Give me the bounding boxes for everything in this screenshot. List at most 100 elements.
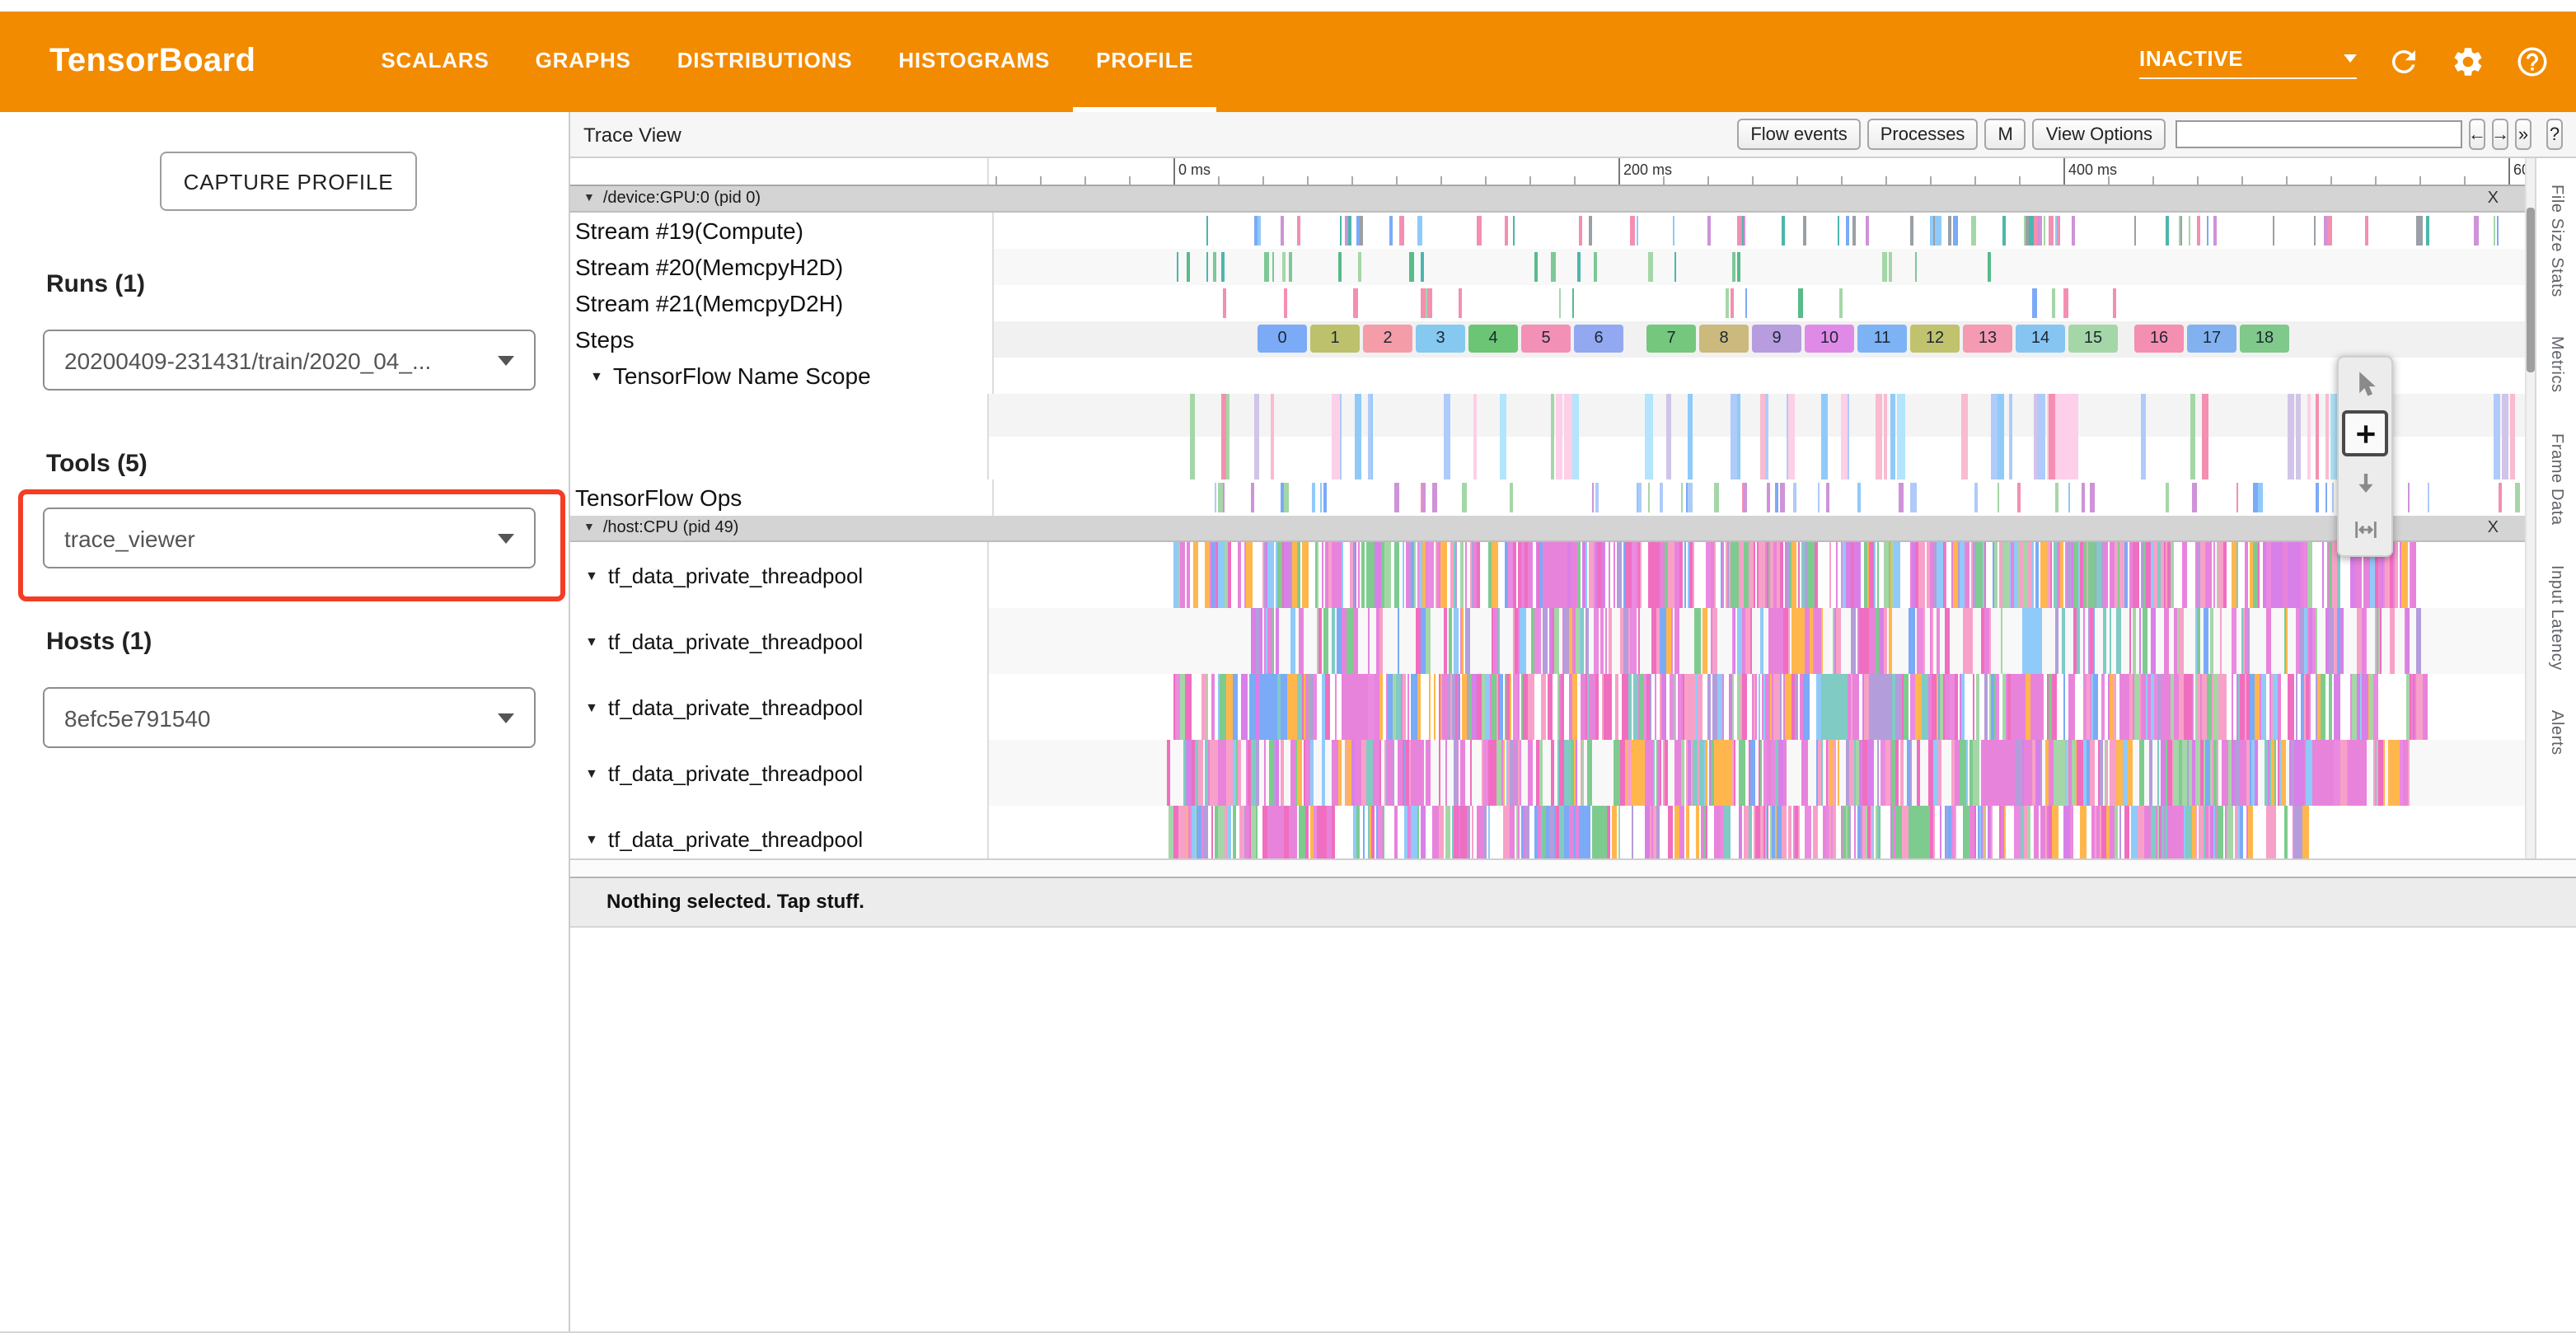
top-navbar: TensorBoard SCALARS GRAPHS DISTRIBUTIONS… <box>0 12 2576 112</box>
row-label-name-scope[interactable]: ▼ TensorFlow Name Scope <box>570 358 994 394</box>
row-label-steps[interactable]: Steps <box>570 321 994 358</box>
timeline-ruler[interactable]: 0 ms200 ms400 ms600 <box>989 158 2525 185</box>
threadpool-text: tf_data_private_threadpool <box>608 629 863 653</box>
threadpool-events[interactable] <box>989 542 2525 608</box>
trace-row-steps: Steps 0123456789101112131415161718 <box>570 321 2525 358</box>
panel-divider[interactable] <box>570 858 2576 877</box>
hosts-value: 8efc5e791540 <box>64 704 498 731</box>
pan-tool-button[interactable] <box>2345 463 2385 503</box>
row-label-threadpool[interactable]: ▼ tf_data_private_threadpool <box>570 674 989 740</box>
runs-value: 20200409-231431/train/2020_04_... <box>64 347 498 373</box>
status-label: INACTIVE <box>2139 45 2243 70</box>
cpu-section-title: /host:CPU (pid 49) <box>603 519 739 537</box>
details-body <box>570 928 2576 1331</box>
tab-metrics[interactable]: Metrics <box>2547 337 2565 394</box>
row-label-stream20[interactable]: Stream #20(MemcpyH2D) <box>570 249 994 285</box>
tf-ops-events[interactable] <box>994 479 2525 516</box>
collapse-triangle-icon: ▼ <box>583 193 595 204</box>
select-tool-button[interactable] <box>2345 364 2385 404</box>
tools-dropdown[interactable]: trace_viewer <box>43 507 536 568</box>
runs-dropdown[interactable]: 20200409-231431/train/2020_04_... <box>43 330 536 391</box>
trace-tool-palette <box>2337 356 2393 557</box>
cpu-section-header[interactable]: ▼ /host:CPU (pid 49) X <box>570 516 2525 542</box>
trace-row-name-scope: ▼ TensorFlow Name Scope <box>570 358 2525 394</box>
refresh-icon[interactable] <box>2385 44 2421 80</box>
collapse-triangle-icon: ▼ <box>585 831 598 846</box>
next-button[interactable]: → <box>2492 119 2508 150</box>
cpu-row-4: ▼ tf_data_private_threadpool <box>570 740 2525 806</box>
tab-input-latency[interactable]: Input Latency <box>2547 564 2565 670</box>
gpu-section-close-button[interactable]: X <box>2488 189 2499 208</box>
timeline-ruler-row: 0 ms200 ms400 ms600 <box>570 158 2525 186</box>
ruler-spacer <box>570 158 989 185</box>
collapse-triangle-icon: ▼ <box>585 699 598 714</box>
collapse-triangle-icon: ▼ <box>590 368 603 383</box>
scrollbar-thumb[interactable] <box>2527 208 2535 372</box>
tab-frame-data[interactable]: Frame Data <box>2547 433 2565 526</box>
stream21-events[interactable] <box>994 285 2525 321</box>
tab-file-size-stats[interactable]: File Size Stats <box>2547 185 2565 297</box>
runs-label: Runs (1) <box>46 270 145 298</box>
row-label-tf-ops[interactable]: TensorFlow Ops <box>570 479 994 516</box>
row-label-stream19[interactable]: Stream #19(Compute) <box>570 213 994 249</box>
trace-row-stream19: Stream #19(Compute) <box>570 213 2525 249</box>
jump-button[interactable]: » <box>2515 119 2532 150</box>
row-label-threadpool[interactable]: ▼ tf_data_private_threadpool <box>570 806 989 858</box>
row-label-threadpool[interactable]: ▼ tf_data_private_threadpool <box>570 608 989 674</box>
capture-profile-button[interactable]: CAPTURE PROFILE <box>160 152 417 211</box>
status-dropdown[interactable]: INACTIVE <box>2139 45 2357 78</box>
stream19-events[interactable] <box>994 213 2525 249</box>
collapse-triangle-icon: ▼ <box>585 568 598 582</box>
chevron-down-icon <box>2344 54 2357 62</box>
row-label-threadpool[interactable]: ▼ tf_data_private_threadpool <box>570 542 989 608</box>
threadpool-events[interactable] <box>989 740 2525 806</box>
trace-vertical-scrollbar[interactable] <box>2525 158 2535 858</box>
cpu-row-5: ▼ tf_data_private_threadpool <box>570 806 2525 858</box>
tensorboard-logo[interactable]: TensorBoard <box>49 43 255 81</box>
tools-label: Tools (5) <box>46 450 148 478</box>
threadpool-events[interactable] <box>989 806 2525 858</box>
trace-search-input[interactable] <box>2176 120 2462 148</box>
help-icon[interactable] <box>2513 44 2550 80</box>
threadpool-events[interactable] <box>989 674 2525 740</box>
threadpool-text: tf_data_private_threadpool <box>608 826 863 851</box>
trace-row-stream20: Stream #20(MemcpyH2D) <box>570 249 2525 285</box>
tab-distributions[interactable]: DISTRIBUTIONS <box>654 12 876 112</box>
hosts-dropdown[interactable]: 8efc5e791540 <box>43 687 536 748</box>
row-label-stream21[interactable]: Stream #21(MemcpyD2H) <box>570 285 994 321</box>
gpu-section-header[interactable]: ▼ /device:GPU:0 (pid 0) X <box>570 186 2525 213</box>
nav-tabs: SCALARS GRAPHS DISTRIBUTIONS HISTOGRAMS … <box>358 12 1216 112</box>
flow-events-button[interactable]: Flow events <box>1737 119 1860 150</box>
stream20-events[interactable] <box>994 249 2525 285</box>
trace-row-tf-ops: TensorFlow Ops <box>570 479 2525 516</box>
collapse-triangle-icon: ▼ <box>583 522 595 534</box>
view-options-button[interactable]: View Options <box>2033 119 2166 150</box>
trace-help-button[interactable]: ? <box>2546 119 2563 150</box>
name-scope-events[interactable] <box>989 394 2525 479</box>
threadpool-events[interactable] <box>989 608 2525 674</box>
tab-alerts[interactable]: Alerts <box>2547 709 2565 755</box>
side-tab-strip: File Size Stats Metrics Frame Data Input… <box>2535 158 2576 858</box>
trace-area: 0 ms200 ms400 ms600 ▼ /device:GPU:0 (pid… <box>570 158 2576 858</box>
hosts-label: Hosts (1) <box>46 628 152 656</box>
step-blocks[interactable]: 0123456789101112131415161718 <box>994 321 2525 358</box>
chevron-down-icon <box>498 533 514 543</box>
cpu-row-2: ▼ tf_data_private_threadpool <box>570 608 2525 674</box>
timing-tool-button[interactable] <box>2345 509 2385 549</box>
cpu-row-3: ▼ tf_data_private_threadpool <box>570 674 2525 740</box>
gear-icon[interactable] <box>2449 44 2485 80</box>
row-label-empty <box>570 394 989 479</box>
cpu-section-close-button[interactable]: X <box>2488 519 2499 537</box>
tab-graphs[interactable]: GRAPHS <box>513 12 654 112</box>
zoom-tool-button[interactable] <box>2342 410 2388 456</box>
tab-scalars[interactable]: SCALARS <box>358 12 512 112</box>
prev-button[interactable]: ← <box>2469 119 2485 150</box>
profile-sidebar: CAPTURE PROFILE Runs (1) 20200409-231431… <box>0 112 570 1331</box>
tab-profile[interactable]: PROFILE <box>1073 12 1216 112</box>
row-label-threadpool[interactable]: ▼ tf_data_private_threadpool <box>570 740 989 806</box>
processes-button[interactable]: Processes <box>1867 119 1979 150</box>
metadata-button[interactable]: M <box>1984 119 2026 150</box>
trace-view-title: Trace View <box>583 123 1731 146</box>
threadpool-text: tf_data_private_threadpool <box>608 563 863 587</box>
tab-histograms[interactable]: HISTOGRAMS <box>875 12 1073 112</box>
